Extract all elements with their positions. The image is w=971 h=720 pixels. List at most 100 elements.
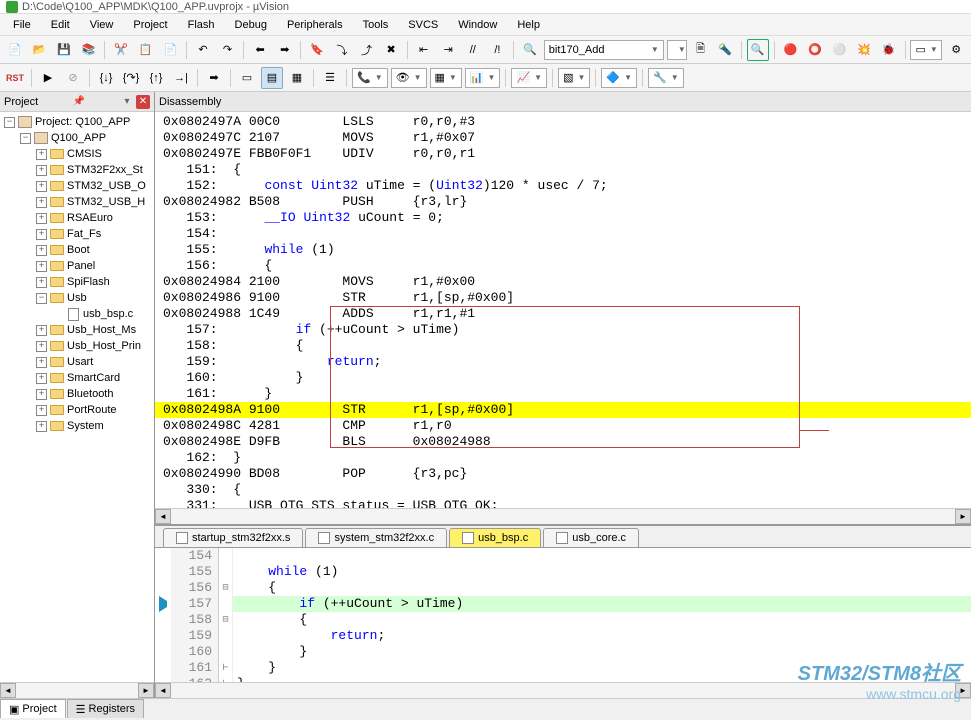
tree-folder-stm32_usb_o[interactable]: +STM32_USB_O [2, 178, 152, 194]
tree-folder-stm32_usb_h[interactable]: +STM32_USB_H [2, 194, 152, 210]
disasm-line[interactable]: 0x0802498C 4281 CMP r1,r0 [155, 418, 971, 434]
system-viewer-combo[interactable]: 🔷▼ [601, 68, 637, 88]
uncomment-icon[interactable]: /! [487, 39, 509, 61]
disasm-line[interactable]: 151: { [155, 162, 971, 178]
new-file-icon[interactable]: 📄 [4, 39, 26, 61]
tree-folder-smartcard[interactable]: +SmartCard [2, 370, 152, 386]
disasm-line[interactable]: 0x08024988 1C49 ADDS r1,r1,#1 [155, 306, 971, 322]
scroll-left-icon[interactable]: ◄ [0, 683, 16, 698]
bookmark-clear-icon[interactable]: ✖ [380, 39, 402, 61]
tree-folder-system[interactable]: +System [2, 418, 152, 434]
run-icon[interactable]: ▶ [37, 67, 59, 89]
tree-folder-rsaeuro[interactable]: +RSAEuro [2, 210, 152, 226]
menu-svcs[interactable]: SVCS [399, 16, 447, 34]
breakpoint-insert-icon[interactable]: 🔴 [780, 39, 802, 61]
menu-flash[interactable]: Flash [179, 16, 224, 34]
editor-tab-usb_bsp-c[interactable]: usb_bsp.c [449, 528, 541, 547]
tree-folder-spiflash[interactable]: +SpiFlash [2, 274, 152, 290]
redo-icon[interactable]: ↷ [217, 39, 239, 61]
breakpoint-gutter[interactable] [155, 548, 171, 682]
run-to-cursor-icon[interactable]: →| [170, 67, 192, 89]
disasm-line[interactable]: 160: } [155, 370, 971, 386]
disasm-line[interactable]: 0x08024990 BD08 POP {r3,pc} [155, 466, 971, 482]
trace-combo[interactable]: ▧▼ [558, 68, 590, 88]
bookmark-next-icon[interactable]: ⤵ [331, 39, 353, 61]
nav-fwd-icon[interactable]: ➡ [274, 39, 296, 61]
breakpoint-kill-icon[interactable]: 💥 [853, 39, 875, 61]
comment-icon[interactable]: // [462, 39, 484, 61]
debug-icon[interactable]: 🔍 [747, 39, 769, 61]
open-file-icon[interactable]: 📂 [29, 39, 51, 61]
command-window-icon[interactable]: ▭ [236, 67, 258, 89]
menu-file[interactable]: File [4, 16, 40, 34]
disassembly-window-icon[interactable]: ▤ [261, 67, 283, 89]
nav-back-icon[interactable]: ⬅ [249, 39, 271, 61]
breakpoint-list-icon[interactable]: 🐞 [878, 39, 900, 61]
reset-icon[interactable]: RST [4, 67, 26, 89]
fold-gutter[interactable]: ⊟⊟⊢⊢ [219, 548, 233, 682]
show-next-statement-icon[interactable]: ➡ [203, 67, 225, 89]
toolbox-combo[interactable]: 🔧▼ [648, 68, 684, 88]
scrollbar-horizontal[interactable]: ◄ ► [0, 682, 154, 698]
tree-file-usb-bsp[interactable]: usb_bsp.c [2, 306, 152, 322]
bookmark-prev-icon[interactable]: ⤴ [356, 39, 378, 61]
tree-folder-usb[interactable]: −Usb [2, 290, 152, 306]
save-all-icon[interactable]: 📚 [78, 39, 100, 61]
tree-folder-stm32f2xx_st[interactable]: +STM32F2xx_St [2, 162, 152, 178]
save-icon[interactable]: 💾 [53, 39, 75, 61]
disasm-line[interactable]: 156: { [155, 258, 971, 274]
code-line[interactable]: { [233, 612, 971, 628]
indent-icon[interactable]: ⇤ [413, 39, 435, 61]
code-line[interactable]: { [233, 580, 971, 596]
tree-folder-portroute[interactable]: +PortRoute [2, 402, 152, 418]
disasm-line[interactable]: 0x08024982 B508 PUSH {r3,lr} [155, 194, 971, 210]
outdent-icon[interactable]: ⇥ [437, 39, 459, 61]
project-tree[interactable]: −Project: Q100_APP−Q100_APP+CMSIS+STM32F… [0, 112, 154, 682]
copy-icon[interactable]: 📋 [135, 39, 157, 61]
serial-combo[interactable]: 📊▼ [465, 68, 501, 88]
tree-folder-boot[interactable]: +Boot [2, 242, 152, 258]
scroll-right-icon[interactable]: ► [138, 683, 154, 698]
registers-window-icon[interactable]: ☰ [319, 67, 341, 89]
disasm-line[interactable]: 330: { [155, 482, 971, 498]
breakpoint-enable-icon[interactable]: ⭕ [804, 39, 826, 61]
tree-folder-bluetooth[interactable]: +Bluetooth [2, 386, 152, 402]
disasm-line[interactable]: 331: USB_OTG_STS status = USB_OTG_OK; [155, 498, 971, 508]
memory-combo[interactable]: ▦▼ [430, 68, 462, 88]
menu-project[interactable]: Project [124, 16, 176, 34]
disasm-line[interactable]: 0x0802498E D9FB BLS 0x08024988 [155, 434, 971, 450]
step-into-icon[interactable]: {↓} [95, 67, 117, 89]
tree-target[interactable]: −Q100_APP [2, 130, 152, 146]
disasm-line[interactable]: 157: if (++uCount > uTime) [155, 322, 971, 338]
disasm-scrollbar[interactable]: ◄► [155, 508, 971, 524]
window-layout-combo[interactable]: ▭▼ [910, 40, 942, 60]
menu-view[interactable]: View [81, 16, 123, 34]
disasm-line[interactable]: 159: return; [155, 354, 971, 370]
code-line[interactable]: if (++uCount > uTime) [233, 596, 971, 612]
close-panel-icon[interactable]: ✕ [136, 95, 150, 109]
tree-folder-cmsis[interactable]: +CMSIS [2, 146, 152, 162]
disasm-line[interactable]: 0x0802497A 00C0 LSLS r0,r0,#3 [155, 114, 971, 130]
disasm-line[interactable]: 0x08024984 2100 MOVS r1,#0x00 [155, 274, 971, 290]
menu-peripherals[interactable]: Peripherals [278, 16, 352, 34]
find-combo[interactable]: bit170_Add ▼ [544, 40, 664, 60]
bookmark-icon[interactable]: 🔖 [306, 39, 328, 61]
editor-body[interactable]: 154155156157158159160161162 ⊟⊟⊢⊢ while (… [155, 548, 971, 682]
menu-tools[interactable]: Tools [354, 16, 398, 34]
step-out-icon[interactable]: {↑} [145, 67, 167, 89]
bottom-tab-registers[interactable]: ☰Registers [67, 699, 144, 718]
tree-project-root[interactable]: −Project: Q100_APP [2, 114, 152, 130]
stop-icon[interactable]: ⊘ [62, 67, 84, 89]
code-line[interactable]: } [233, 644, 971, 660]
tree-folder-usart[interactable]: +Usart [2, 354, 152, 370]
menu-debug[interactable]: Debug [226, 16, 276, 34]
menu-help[interactable]: Help [508, 16, 549, 34]
watch-combo[interactable]: 👁▼ [391, 68, 427, 88]
cut-icon[interactable]: ✂️ [110, 39, 132, 61]
menu-edit[interactable]: Edit [42, 16, 79, 34]
find-in-files-icon[interactable]: 🗎 [690, 39, 712, 61]
bottom-tab-project[interactable]: ▣Project [0, 699, 66, 718]
code-line[interactable] [233, 548, 971, 564]
breakpoint-disable-icon[interactable]: ⚪ [829, 39, 851, 61]
menu-window[interactable]: Window [449, 16, 506, 34]
